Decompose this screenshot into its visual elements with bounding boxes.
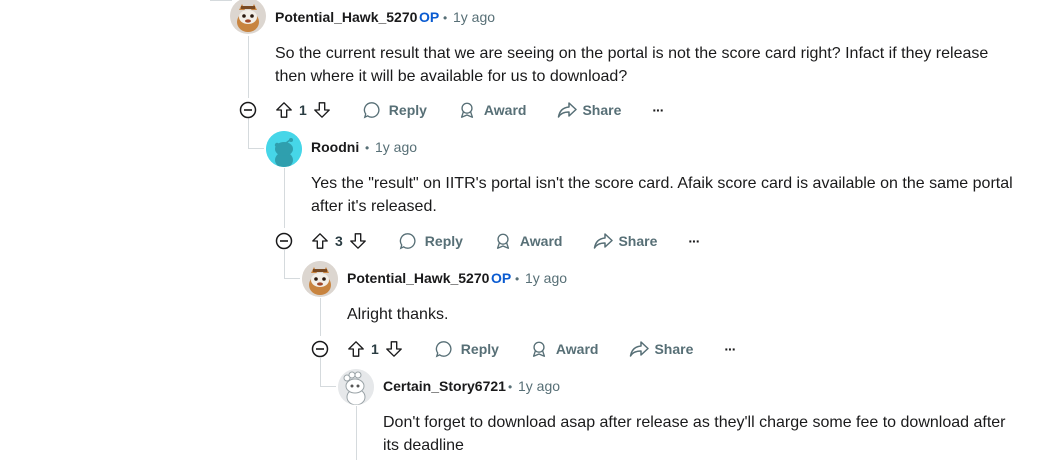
op-badge: OP — [419, 9, 440, 25]
thread-line — [284, 168, 285, 228]
comment-line: Don't forget to download asap after rele… — [383, 414, 1006, 431]
comment-actions: 1 Reply Award Share ··· — [275, 94, 664, 126]
downvote-icon[interactable] — [313, 101, 331, 119]
more-options-button[interactable]: ··· — [688, 233, 700, 249]
upvote-icon[interactable] — [275, 101, 293, 119]
collapse-thread-icon[interactable] — [275, 232, 293, 250]
comment-line: Yes the "result" on IITR's portal isn't … — [311, 175, 1013, 192]
vote-group: 1 — [347, 340, 403, 358]
share-icon — [630, 341, 650, 357]
collapse-thread-icon[interactable] — [311, 340, 329, 358]
more-options-button[interactable]: ··· — [652, 102, 664, 118]
thread-connector — [210, 0, 232, 1]
share-button[interactable]: Share — [629, 340, 693, 358]
share-button[interactable]: Share — [557, 101, 621, 119]
comment-line: then where it will be available for us t… — [275, 68, 628, 85]
timestamp[interactable]: 1y ago — [518, 378, 560, 394]
comment-bubble-icon — [363, 102, 380, 119]
share-button[interactable]: Share — [593, 232, 657, 250]
meta-separator: • — [365, 141, 370, 155]
comment-line: after it's released. — [311, 198, 437, 215]
reply-button[interactable]: Reply — [399, 232, 463, 250]
upvote-icon[interactable] — [311, 232, 329, 250]
comment-body: Alright thanks. — [347, 303, 1027, 326]
comment-body: So the current result that we are seeing… — [275, 42, 1035, 88]
username[interactable]: Roodni — [311, 139, 359, 155]
meta-separator: • — [515, 272, 520, 286]
collapse-thread-icon[interactable] — [239, 101, 257, 119]
timestamp[interactable]: 1y ago — [375, 139, 417, 155]
thread-connector — [284, 278, 300, 279]
comment-line: its deadline — [383, 437, 464, 454]
comment-actions: 3 Reply Award Share ··· — [311, 225, 700, 257]
thread-connector — [248, 148, 264, 149]
op-badge: OP — [491, 270, 512, 286]
meta-separator: • — [508, 380, 513, 394]
avatar[interactable] — [230, 0, 266, 34]
thread-line — [356, 406, 357, 460]
vote-count: 1 — [371, 341, 379, 357]
award-icon — [460, 102, 473, 118]
comment-actions: 1 Reply Award Share ··· — [347, 333, 736, 365]
share-icon — [594, 233, 614, 249]
upvote-icon[interactable] — [347, 340, 365, 358]
vote-group: 3 — [311, 232, 367, 250]
thread-line — [248, 118, 249, 148]
comment-line: Alright thanks. — [347, 306, 449, 323]
more-options-button[interactable]: ··· — [724, 341, 736, 357]
reply-button[interactable]: Reply — [363, 101, 427, 119]
award-button[interactable]: Award — [530, 340, 598, 358]
avatar[interactable] — [338, 369, 374, 405]
username[interactable]: Certain_Story6721 — [383, 378, 506, 394]
award-button[interactable]: Award — [494, 232, 562, 250]
comment-body: Yes the "result" on IITR's portal isn't … — [311, 172, 1035, 218]
award-icon — [496, 233, 509, 249]
timestamp[interactable]: 1y ago — [525, 270, 567, 286]
comment-bubble-icon — [435, 341, 452, 358]
comment-body: Don't forget to download asap after rele… — [383, 411, 1033, 457]
thread-line — [320, 358, 321, 386]
comment-line: So the current result that we are seeing… — [275, 45, 989, 62]
comment-bubble-icon — [399, 233, 416, 250]
thread-line — [284, 250, 285, 278]
thread-line — [320, 298, 321, 336]
thread-line — [248, 36, 249, 98]
meta-separator: • — [443, 11, 448, 25]
share-icon — [558, 102, 578, 118]
award-icon — [532, 341, 545, 357]
vote-count: 1 — [299, 102, 307, 118]
vote-count: 3 — [335, 233, 343, 249]
username[interactable]: Potential_Hawk_5270 — [347, 270, 489, 286]
downvote-icon[interactable] — [385, 340, 403, 358]
downvote-icon[interactable] — [349, 232, 367, 250]
timestamp[interactable]: 1y ago — [453, 9, 495, 25]
award-button[interactable]: Award — [458, 101, 526, 119]
avatar[interactable] — [266, 131, 302, 167]
thread-connector — [320, 386, 336, 387]
username[interactable]: Potential_Hawk_5270 — [275, 9, 417, 25]
vote-group: 1 — [275, 101, 331, 119]
reply-button[interactable]: Reply — [435, 340, 499, 358]
avatar[interactable] — [302, 261, 338, 297]
